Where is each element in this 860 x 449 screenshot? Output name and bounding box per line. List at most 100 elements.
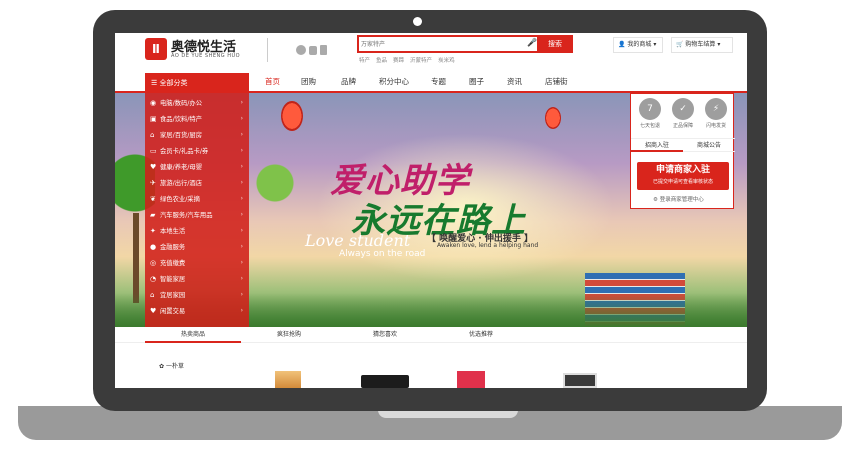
sidebar-item-home[interactable]: ⌂ 家居/百货/厨房 › [145,127,249,143]
chevron-right-icon: › [240,115,243,122]
coin-icon: ● [150,243,157,251]
sidebar-item-label: 智能家居 [160,276,186,283]
lightning-icon: ⚡ [705,98,727,120]
service-return[interactable]: 7 七天包退 [635,98,665,129]
nav-item-group-buy[interactable]: 团购 [301,73,316,93]
return-icon: 7 [639,98,661,120]
product-image[interactable] [563,373,597,388]
sidebar-item-label: 旅游/出行/酒店 [160,180,203,187]
sidebar-item-second-hand[interactable]: ♥ 闲置交易 › [145,303,249,319]
product-image[interactable] [457,371,485,388]
sidebar-item-label: 金融服务 [160,244,186,251]
product-image[interactable] [275,371,301,388]
all-categories-button[interactable]: ☰ 全部分类 [145,73,249,93]
tab-flash-sale[interactable]: 疯狂抢购 [241,327,337,343]
tree-illustration [255,153,295,213]
product-image[interactable] [361,375,409,388]
sidebar-item-finance[interactable]: ● 金融服务 › [145,239,249,255]
hot-keyword[interactable]: 炭米鸡 [438,58,455,64]
logo[interactable]: Ⅱ 奥德悦生活 AO DE YUE SHENG HUO [145,35,275,63]
computer-icon: ◉ [150,99,157,107]
apply-subtitle: 已提交申请可查看审核状态 [652,179,713,185]
heart-icon: ♥ [150,163,157,171]
tab-recommend-for-you[interactable]: 猜您喜欢 [337,327,433,343]
sidebar-item-computers[interactable]: ◉ 电脑/数码/办公 › [145,95,249,111]
main-nav: ☰ 全部分类 首页 团购 品牌 积分中心 专题 圈子 资讯 店铺街 [115,73,747,93]
sidebar-item-living[interactable]: ⌂ 宜居家园 › [145,287,249,303]
cart-label: 购物车结算 [685,41,716,48]
user-icon: 👤 [618,41,626,48]
menu-icon: ☰ [151,79,158,87]
car-icon: ▰ [150,211,156,219]
chevron-right-icon: › [240,147,243,154]
app-download-icon[interactable] [293,41,329,59]
microphone-icon[interactable]: 🎤 [527,38,537,47]
service-genuine[interactable]: ✓ 正品保障 [668,98,698,129]
panel-tabs: 招商入驻 商城公告 [631,138,735,152]
hot-keyword[interactable]: 沂蒙特产 [410,58,432,64]
sidebar-item-cards[interactable]: ▭ 会员卡/礼品卡/券 › [145,143,249,159]
search-button[interactable]: 搜索 [537,35,573,53]
chevron-right-icon: › [240,227,243,234]
leaf-icon: ❦ [150,195,156,203]
nav-item-shops[interactable]: 店铺街 [545,73,568,93]
tab-merchant-join[interactable]: 招商入驻 [631,139,683,152]
hot-keyword[interactable]: 特产 [359,58,370,64]
chevron-right-icon: › [240,211,243,218]
product-brand[interactable]: ✿ 一朴草 [159,361,219,381]
logo-mark-icon: Ⅱ [145,38,167,60]
sidebar-item-agriculture[interactable]: ❦ 绿色农业/采摘 › [145,191,249,207]
my-store-label: 我的商城 [627,41,652,48]
sidebar-item-auto[interactable]: ▰ 汽车服务/汽车用品 › [145,207,249,223]
hot-keyword[interactable]: 鱼品 [376,58,387,64]
merchant-login-label: 登录商家管理中心 [659,197,704,203]
service-label: 闪电发货 [705,123,726,129]
lantern-icon [281,101,303,131]
sidebar-item-travel[interactable]: ✈ 旅游/出行/酒店 › [145,175,249,191]
wifi-icon: ◔ [150,275,157,283]
chevron-down-icon: ▾ [653,41,657,48]
chevron-right-icon: › [240,291,243,298]
apply-merchant-button[interactable]: 申请商家入驻 已提交申请可查看审核状态 [637,162,729,190]
shield-icon: ✓ [672,98,694,120]
sidebar-item-label: 汽车服务/汽车用品 [160,212,213,219]
search-input[interactable] [361,38,531,50]
screen: Ⅱ 奥德悦生活 AO DE YUE SHENG HUO 🎤 搜索 特产鱼品赛蹄沂… [115,33,747,388]
sidebar-item-label: 绿色农业/采摘 [160,196,200,203]
nav-item-circle[interactable]: 圈子 [469,73,484,93]
sidebar-item-smart-home[interactable]: ◔ 智能家居 › [145,271,249,287]
gift-icon: ▣ [150,115,157,123]
chevron-right-icon: › [240,179,243,186]
all-categories-label: 全部分类 [159,79,188,87]
divider [267,38,268,62]
cart-button[interactable]: 🛒 购物车结算 ▾ [671,37,733,53]
my-store-button[interactable]: 👤 我的商城 ▾ [613,37,663,53]
nav-item-points[interactable]: 积分中心 [379,73,409,93]
tab-announcements[interactable]: 商城公告 [683,139,735,152]
chevron-right-icon: › [240,131,243,138]
hot-keyword[interactable]: 赛蹄 [393,58,404,64]
banner-sub-en: Always on the road [339,249,426,259]
card-icon: ▭ [150,147,157,155]
sidebar-item-label: 本地生活 [160,228,186,235]
sidebar-item-recharge[interactable]: ◎ 充值缴费 › [145,255,249,271]
merchant-login-link[interactable]: ⚙ 登录商家管理中心 [653,195,704,203]
sidebar-item-label: 宜居家园 [160,292,186,299]
banner-script-text: Love student [305,231,411,250]
service-fast-shipping[interactable]: ⚡ 闪电发货 [701,98,731,129]
nav-item-news[interactable]: 资讯 [507,73,522,93]
tab-hot-sale[interactable]: 热卖商品 [145,327,241,343]
sidebar-item-food[interactable]: ▣ 食品/饮料/特产 › [145,111,249,127]
nav-item-topics[interactable]: 专题 [431,73,446,93]
chevron-right-icon: › [240,259,243,266]
chevron-right-icon: › [240,275,243,282]
sidebar-item-local[interactable]: ✦ 本地生活 › [145,223,249,239]
sidebar-item-label: 电脑/数码/办公 [160,100,203,107]
tab-featured[interactable]: 优选推荐 [433,327,529,343]
chevron-right-icon: › [240,195,243,202]
nav-item-brand[interactable]: 品牌 [341,73,356,93]
chevron-right-icon: › [240,307,243,314]
sidebar-item-health[interactable]: ♥ 健康/养老/母婴 › [145,159,249,175]
chevron-right-icon: › [240,243,243,250]
nav-item-home[interactable]: 首页 [265,73,280,93]
